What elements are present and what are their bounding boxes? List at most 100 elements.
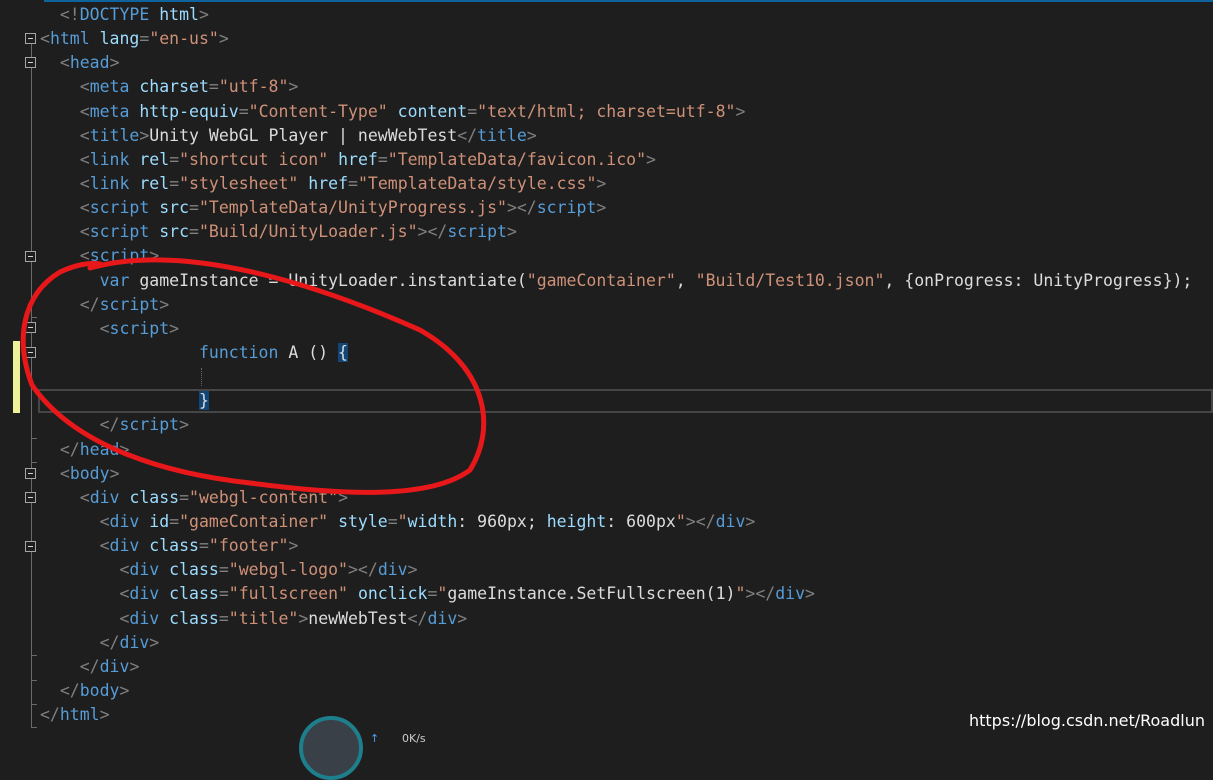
collapse-icon[interactable] [25,492,36,503]
code-token: div [775,584,806,604]
code-token: > [159,294,170,314]
code-line[interactable]: </body> [40,679,1213,703]
code-token: title [477,125,527,145]
code-line[interactable]: <link rel="shortcut icon" href="Template… [40,148,1213,172]
code-token: div [377,560,408,580]
code-token: </ [99,632,120,652]
code-line[interactable]: </div> [40,655,1213,679]
collapse-icon[interactable] [25,468,36,479]
code-line[interactable]: <title>Unity WebGL Player | newWebTest</… [40,124,1213,148]
code-token: " [735,584,746,604]
code-token: body [69,463,110,483]
code-line[interactable]: <meta http-equiv="Content-Type" content=… [40,100,1213,124]
code-token: > [526,125,537,145]
code-token: "shortcut icon" [179,149,329,169]
code-token: "TemplateData/UnityProgress.js" [198,198,507,218]
code-token: > [99,705,110,725]
code-line[interactable]: <link rel="stylesheet" href="TemplateDat… [40,172,1213,196]
code-token: > [596,198,607,218]
network-speed-widget[interactable] [299,716,363,780]
upload-arrow-icon: ↑ [370,732,380,745]
code-token: charset [139,77,209,97]
code-line[interactable]: <div id="gameContainer" style="width: 96… [40,510,1213,534]
code-token: </ [79,656,100,676]
code-line[interactable]: <div class="footer"> [40,534,1213,558]
code-line[interactable]: <head> [40,51,1213,75]
code-token: meta [89,77,130,97]
code-token: > [109,463,120,483]
collapse-icon[interactable] [25,541,36,552]
code-token: html [59,705,100,725]
code-token: newWebTest [308,608,408,628]
code-token: > [338,487,348,507]
code-token: http-equiv [139,101,239,121]
code-line[interactable]: <!DOCTYPE html> [40,3,1213,27]
code-line[interactable] [40,365,1213,389]
code-line[interactable]: </head> [40,438,1213,462]
code-token: "gameContainer" [179,511,329,531]
code-line[interactable]: function A () { [40,341,1213,365]
code-line[interactable]: var gameInstance = UnityLoader.instantia… [40,269,1213,293]
code-line[interactable]: <div class="webgl-logo"></div> [40,558,1213,582]
code-token: "gameContainer" [526,270,676,290]
code-token: = [189,222,199,242]
code-token: script [109,318,170,338]
code-line[interactable]: <script> [40,317,1213,341]
code-token: < [79,77,90,97]
code-line[interactable]: } [40,389,1213,413]
code-line[interactable]: </script> [40,293,1213,317]
code-token: < [79,125,90,145]
code-token: "fullscreen" [228,584,348,604]
code-token: Unity WebGL Player | newWebTest [149,125,458,145]
code-token: > [149,632,160,652]
code-token: = [218,584,229,604]
code-token: href [308,173,349,193]
code-line[interactable]: <div class="webgl-content"> [40,486,1213,510]
collapse-icon[interactable] [25,33,36,44]
code-token: rel [139,173,170,193]
code-line[interactable]: <script src="TemplateData/UnityProgress.… [40,196,1213,220]
code-token: " [397,511,408,531]
code-token: div [129,584,160,604]
code-token: meta [89,101,130,121]
code-token: < [79,222,90,242]
code-token: title [89,125,140,145]
code-editor[interactable]: <!DOCTYPE html> <html lang="en-us"> <head… [40,3,1213,727]
collapse-icon[interactable] [25,251,36,262]
code-line[interactable]: <body> [40,462,1213,486]
collapse-icon[interactable] [25,347,36,358]
code-token: > [457,608,468,628]
code-line[interactable]: <html lang="en-us"> [40,27,1213,51]
code-line[interactable]: <meta charset="utf-8"> [40,75,1213,99]
fold-end [31,438,37,439]
code-line[interactable]: </div> [40,631,1213,655]
code-line[interactable]: <div class="title">newWebTest</div> [40,607,1213,631]
code-token: "utf-8" [218,77,289,97]
code-token: > [646,149,656,169]
code-token: </ [59,680,80,700]
code-token: , [675,270,696,290]
collapse-icon[interactable] [25,322,36,333]
code-token: = [179,487,190,507]
code-token: "stylesheet" [179,173,299,193]
code-line[interactable]: <div class="fullscreen" onclick="gameIns… [40,582,1213,606]
code-token: class [169,584,219,604]
code-line[interactable]: </script> [40,413,1213,437]
code-token: "webgl-logo" [228,560,348,580]
code-token: "footer" [208,536,289,556]
code-line[interactable]: <script src="Build/UnityLoader.js"></scr… [40,220,1213,244]
code-token: = [218,608,229,628]
collapse-icon[interactable] [25,57,36,68]
code-line[interactable]: <script> [40,244,1213,268]
code-token: > [735,101,746,121]
code-token: width [407,511,458,531]
